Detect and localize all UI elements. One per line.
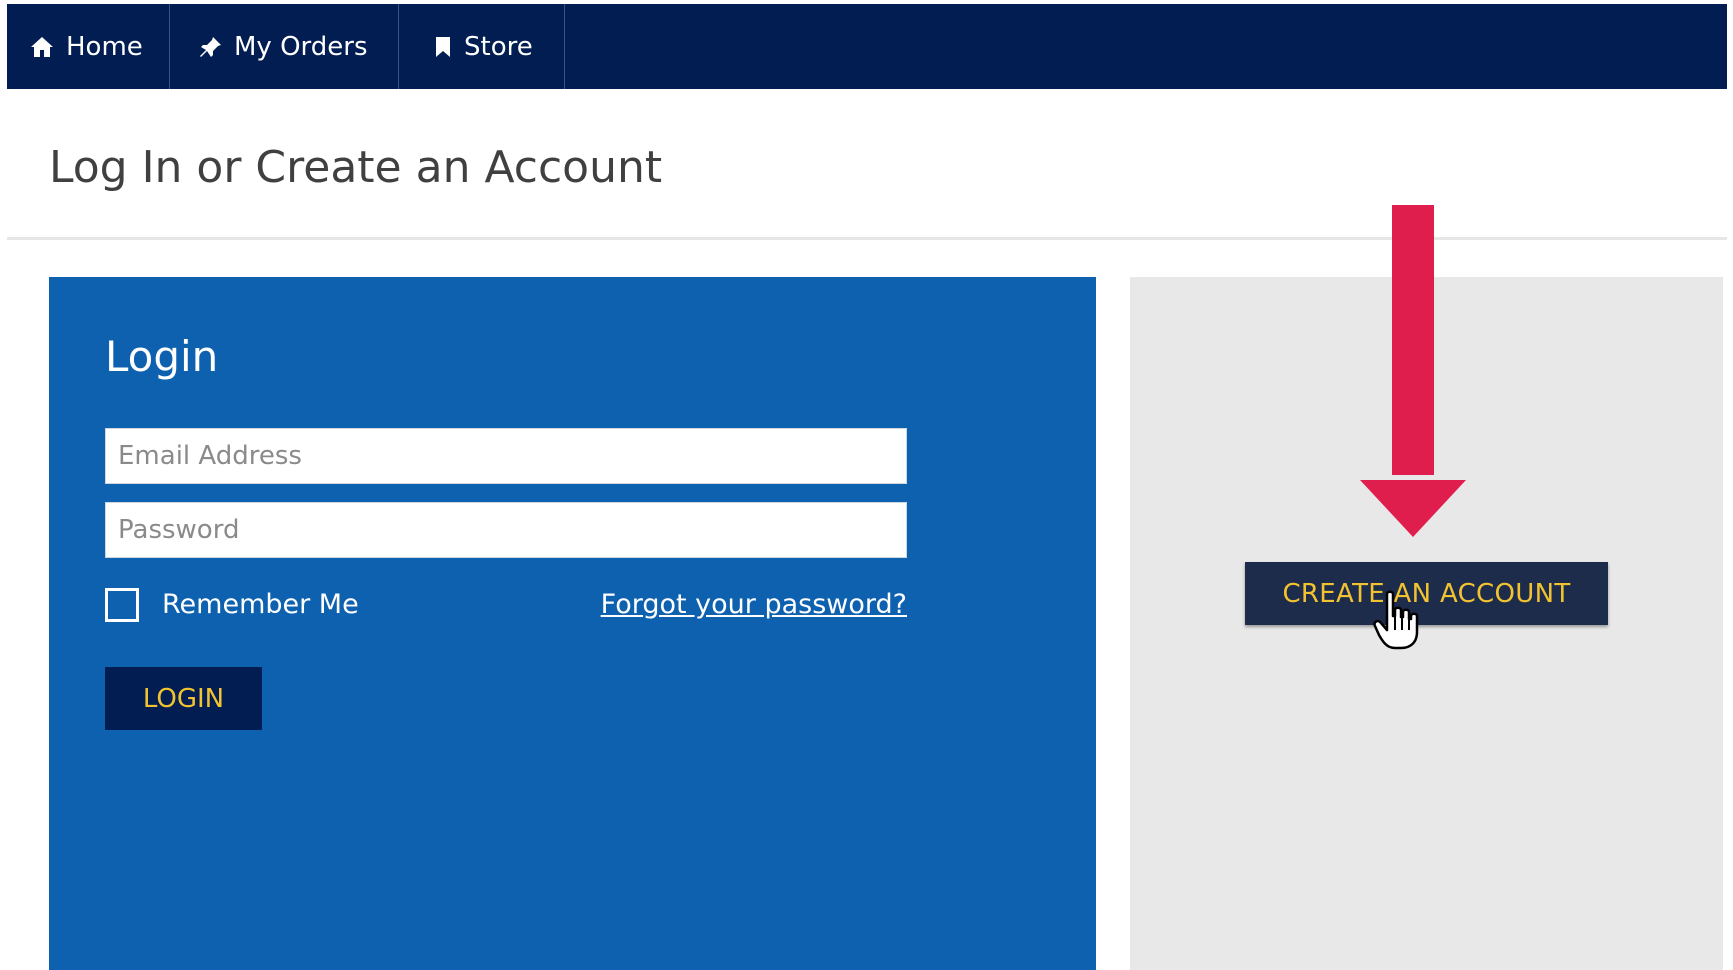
- forgot-password-link[interactable]: Forgot your password?: [601, 586, 907, 624]
- title-divider: [7, 237, 1727, 240]
- email-field[interactable]: [105, 428, 907, 484]
- nav-item-label: My Orders: [234, 31, 368, 62]
- top-navbar: Home My Orders Store: [7, 4, 1727, 89]
- nav-item-my-orders[interactable]: My Orders: [170, 4, 399, 89]
- create-account-button[interactable]: CREATE AN ACCOUNT: [1245, 562, 1608, 625]
- arrow-down-icon: [1360, 205, 1466, 537]
- pin-icon: [200, 36, 221, 57]
- nav-item-label: Store: [464, 31, 533, 62]
- nav-item-home[interactable]: Home: [7, 4, 170, 89]
- nav-item-label: Home: [66, 31, 143, 62]
- home-icon: [31, 36, 53, 57]
- remember-me-label[interactable]: Remember Me: [162, 586, 359, 624]
- nav-item-store[interactable]: Store: [399, 4, 565, 89]
- hand-cursor-icon: [1373, 590, 1419, 650]
- login-panel: Login Remember Me Forgot your password? …: [49, 277, 1096, 970]
- password-field[interactable]: [105, 502, 907, 558]
- page-title: Log In or Create an Account: [49, 142, 663, 193]
- login-heading: Login: [105, 332, 219, 381]
- login-button[interactable]: LOGIN: [105, 667, 262, 730]
- bookmark-icon: [436, 36, 450, 57]
- remember-me-checkbox[interactable]: [105, 588, 139, 622]
